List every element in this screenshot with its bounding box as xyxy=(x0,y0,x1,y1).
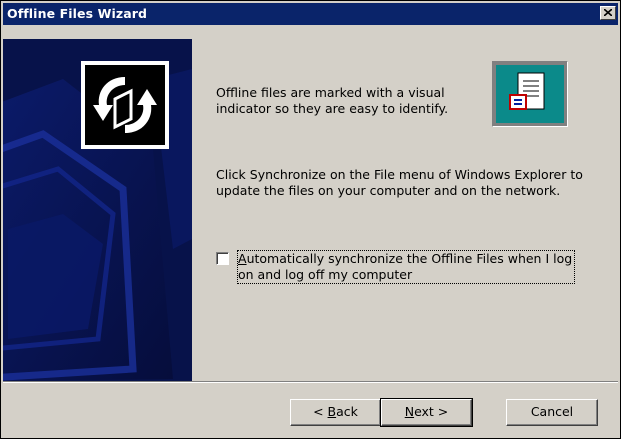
wizard-banner xyxy=(3,39,192,381)
auto-sync-label[interactable]: Automatically synchronize the Offline Fi… xyxy=(237,250,575,284)
title-bar[interactable]: Offline Files Wizard xyxy=(3,3,618,25)
offline-sync-arrows-icon xyxy=(93,77,157,133)
indicator-description: Offline files are marked with a visual i… xyxy=(216,85,449,116)
cancel-button[interactable]: Cancel xyxy=(506,399,598,426)
offline-document-preview xyxy=(492,61,568,127)
wizard-window: Offline Files Wizard Offline files are m… xyxy=(0,0,621,439)
synchronize-instructions: Click Synchronize on the File menu of Wi… xyxy=(216,167,583,198)
next-button[interactable]: Next > xyxy=(380,398,473,427)
window-title: Offline Files Wizard xyxy=(7,6,148,21)
close-icon xyxy=(604,9,612,16)
offline-sync-logo xyxy=(81,61,169,149)
auto-sync-checkbox[interactable] xyxy=(216,252,229,265)
back-button[interactable]: < Back xyxy=(290,399,381,426)
button-divider xyxy=(3,381,618,383)
auto-sync-option[interactable]: Automatically synchronize the Offline Fi… xyxy=(216,250,596,291)
wizard-content: Offline files are marked with a visual i… xyxy=(192,39,618,381)
close-button[interactable] xyxy=(600,6,616,20)
offline-document-icon xyxy=(509,72,545,110)
